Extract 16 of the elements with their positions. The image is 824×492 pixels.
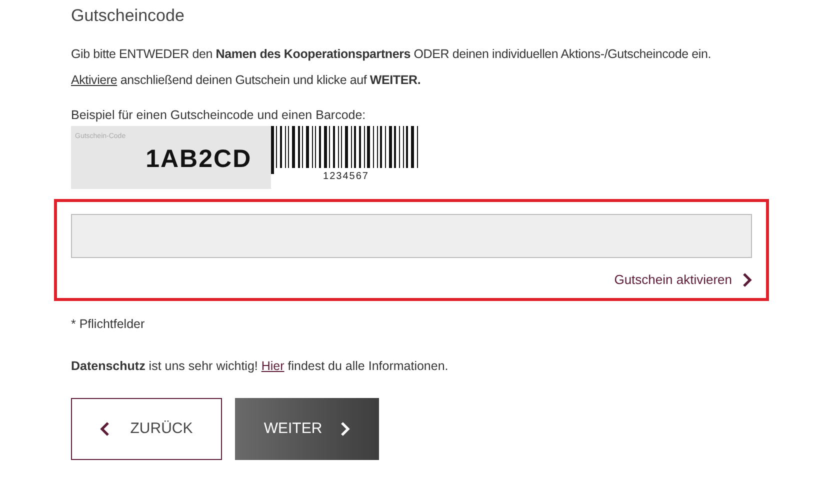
chevron-right-icon bbox=[742, 273, 752, 287]
activate-link[interactable]: Aktiviere bbox=[71, 72, 118, 86]
voucher-input-field[interactable] bbox=[71, 214, 752, 258]
back-button[interactable]: ZURÜCK bbox=[71, 398, 222, 460]
required-note: * Pflichtfelder bbox=[71, 316, 146, 333]
chevron-left-icon bbox=[100, 422, 110, 436]
privacy-link[interactable]: Hier bbox=[261, 358, 284, 372]
section-heading: Gutscheincode bbox=[71, 5, 186, 27]
next-button[interactable]: WEITER bbox=[235, 398, 379, 460]
chevron-right-icon bbox=[340, 422, 350, 436]
sample-code: 1AB2CD bbox=[146, 144, 252, 176]
instruction-text: Gib bitte ENTWEDER den Namen des Kooperationspartners ODER deinen individuellen Aktions-/Gutscheincode ein. Aktiviere anschließend deinen Gutschein und klicke auf WEITER. bbox=[71, 46, 712, 88]
example-caption: Beispiel für einen Gutscheincode und einen Barcode: bbox=[71, 106, 367, 124]
barcode-number: 1234567 bbox=[323, 170, 369, 184]
activate-voucher-link[interactable]: Gutschein aktivieren bbox=[614, 270, 752, 290]
privacy-text: Datenschutz ist uns sehr wichtig! Hier findest du alle Informationen. bbox=[71, 358, 450, 375]
